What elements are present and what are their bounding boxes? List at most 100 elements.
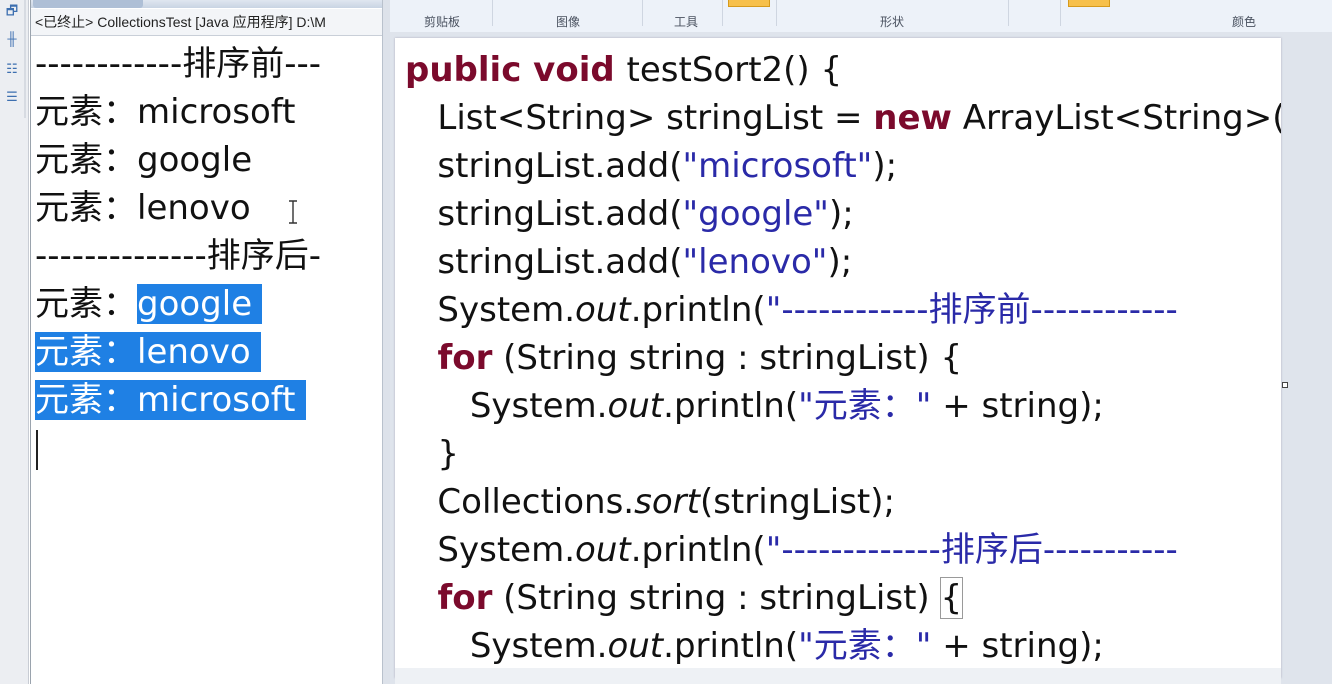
console-line: --------------排序后- [35, 232, 381, 280]
code-line: System.out.println("元素：" + string); [405, 622, 1281, 670]
code-token: .println( [663, 626, 799, 666]
code-string: "lenovo" [682, 242, 828, 282]
console-selected-text: google [137, 284, 263, 324]
ibeam-cursor-icon [289, 200, 297, 224]
console-line: 元素：google [35, 136, 381, 184]
code-token: Collections. [405, 482, 635, 522]
outline-icon[interactable]: ☰ [5, 90, 19, 104]
code-line: for (String string : stringList) { [405, 574, 1281, 622]
code-token: + string); [931, 626, 1104, 666]
console-line: 元素：lenovo [35, 328, 381, 376]
code-token: (stringList); [699, 482, 895, 522]
tree-icon[interactable]: ☷ [5, 62, 19, 76]
code-token: out [607, 626, 664, 666]
code-line: } [405, 430, 1281, 478]
resize-handle[interactable] [1282, 382, 1288, 388]
console-line: 元素：microsoft [35, 376, 381, 424]
code-string: "google" [682, 194, 829, 234]
console-line-text: --------------排序后- [35, 236, 322, 276]
code-token: { [939, 577, 964, 619]
code-token: .println( [630, 530, 766, 570]
console-tab[interactable] [33, 0, 143, 8]
code-token: ArrayList<String>( [951, 98, 1281, 138]
code-line: System.out.println("-------------排序后----… [405, 526, 1281, 574]
code-token: (String string : stringList) { [492, 338, 963, 378]
console-line-text: 元素：google [35, 140, 253, 180]
code-token: .println( [663, 386, 799, 426]
code-line: stringList.add("google"); [405, 190, 1281, 238]
code-token: + string); [931, 386, 1104, 426]
code-string: "元素：" [798, 626, 932, 666]
code-string: "------------排序前------------ [765, 290, 1178, 330]
editor-bottom-bar [395, 668, 1281, 684]
text-caret [36, 430, 38, 470]
code-string: "-------------排序后----------- [765, 530, 1178, 570]
console-line: 元素：google [35, 280, 381, 328]
code-token: ); [872, 146, 898, 186]
code-token: (String string : stringList) [492, 578, 941, 618]
console-selected-text: 元素：lenovo [35, 332, 261, 372]
ribbon-divider [722, 0, 723, 26]
console-line-text: ------------排序前--- [35, 44, 322, 84]
code-token: out [575, 530, 631, 570]
code-token: ); [827, 242, 853, 282]
code-token: System. [405, 290, 576, 330]
ribbon-group-shapes[interactable]: 形状 [872, 13, 912, 30]
code-token: stringList.add( [405, 146, 683, 186]
ribbon-divider [642, 0, 643, 26]
console-process-label: <已终止> CollectionsTest [Java 应用程序] D:\M [31, 9, 383, 36]
console-view: <已终止> CollectionsTest [Java 应用程序] D:\M -… [30, 0, 383, 684]
console-line: ------------排序前--- [35, 40, 381, 88]
color1-swatch[interactable] [1068, 0, 1110, 7]
code-line: for (String string : stringList) { [405, 334, 1281, 382]
code-token: out [575, 290, 631, 330]
code-string: "元素：" [798, 386, 932, 426]
ribbon-divider [1008, 0, 1009, 26]
code-keyword: for [437, 338, 493, 378]
ribbon-group-tools[interactable]: 工具 [666, 13, 706, 30]
code-token: stringList.add( [405, 194, 683, 234]
code-line: stringList.add("microsoft"); [405, 142, 1281, 190]
code-token: System. [405, 386, 608, 426]
console-line-text: 元素：microsoft [35, 92, 296, 132]
code-string: "microsoft" [682, 146, 873, 186]
code-token: System. [405, 530, 576, 570]
ribbon-group-image[interactable]: 图像 [548, 13, 588, 30]
code-token: stringList.add( [405, 242, 683, 282]
code-token: testSort2() { [626, 50, 843, 90]
code-line: System.out.println("元素：" + string); [405, 382, 1281, 430]
code-keyword: new [873, 98, 952, 138]
code-token: System. [405, 626, 608, 666]
console-selected-text: 元素：microsoft [35, 380, 306, 420]
paint-ribbon: 剪贴板 图像 工具 形状 颜色 [390, 0, 1332, 33]
console-tab-bar [31, 0, 383, 8]
console-line: 元素：lenovo [35, 184, 381, 232]
code-line: Collections.sort(stringList); [405, 478, 1281, 526]
side-toolbar: 🗗 ╫ ☷ ☰ [0, 0, 29, 684]
console-output[interactable]: ------------排序前--- 元素：microsoft 元素：google 元… [35, 40, 381, 424]
code-keyword: for [437, 578, 493, 618]
ribbon-highlight-swatch[interactable] [728, 0, 770, 7]
code-token: .println( [630, 290, 766, 330]
code-token: sort [634, 482, 700, 522]
console-line-text: 元素：lenovo [35, 188, 251, 228]
code-token: ); [828, 194, 854, 234]
ribbon-divider [776, 0, 777, 26]
code-editor[interactable]: public void testSort2() { List<String> s… [395, 38, 1281, 678]
ribbon-group-clipboard[interactable]: 剪贴板 [422, 13, 462, 30]
window-restore-icon[interactable]: 🗗 [5, 4, 19, 18]
code-lines: public void testSort2() { List<String> s… [405, 46, 1281, 670]
code-line: public void testSort2() { [405, 46, 1281, 94]
code-line: List<String> stringList = new ArrayList<… [405, 94, 1281, 142]
code-token: List<String> stringList = [405, 98, 874, 138]
console-line: 元素：microsoft [35, 88, 381, 136]
ribbon-divider [492, 0, 493, 26]
code-line: System.out.println("------------排序前-----… [405, 286, 1281, 334]
ribbon-divider [1060, 0, 1061, 26]
code-token: out [607, 386, 664, 426]
console-line-prefix: 元素： [35, 284, 137, 324]
ribbon-group-colors[interactable]: 颜色 [1224, 13, 1264, 30]
code-keyword: public void [405, 50, 627, 90]
hierarchy-icon[interactable]: ╫ [5, 32, 19, 46]
